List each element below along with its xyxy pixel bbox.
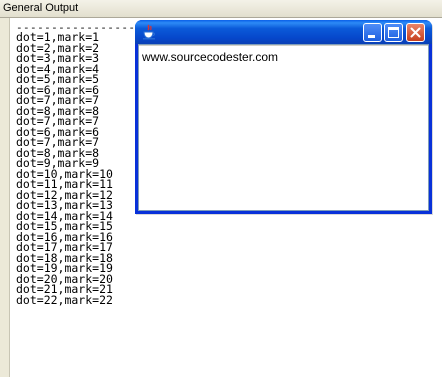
output-gutter xyxy=(0,18,10,377)
window-titlebar[interactable] xyxy=(135,20,432,44)
maximize-button[interactable] xyxy=(384,23,403,42)
output-panel-header: General Output xyxy=(0,0,442,18)
close-icon xyxy=(410,27,421,38)
output-panel-title: General Output xyxy=(3,2,79,14)
java-icon xyxy=(141,24,157,40)
output-line: dot=22,mark=22 xyxy=(16,292,113,307)
java-app-window[interactable]: www.sourcecodester.com xyxy=(135,20,432,214)
window-content: www.sourcecodester.com xyxy=(138,44,429,211)
website-label: www.sourcecodester.com xyxy=(142,50,279,64)
close-button[interactable] xyxy=(406,23,425,42)
output-lines: dot=1,mark=1 dot=2,mark=2 dot=3,mark=3 dot=… xyxy=(16,32,113,305)
minimize-button[interactable] xyxy=(363,23,382,42)
